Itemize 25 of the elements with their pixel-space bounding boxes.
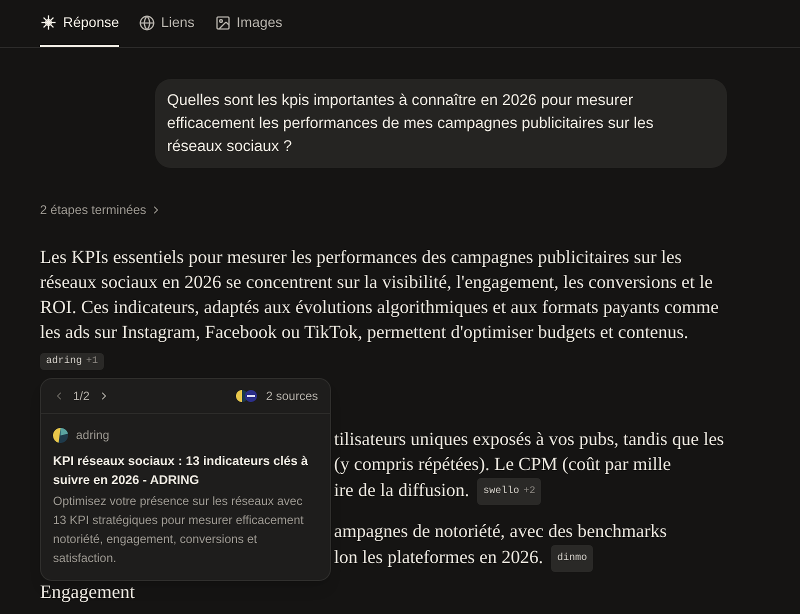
source-description: Optimisez votre présence sur les réseaux avec 13 KPI stratégiques pour mesurer efficacement notoriété, engagement, conversions et satisfaction.: [53, 493, 305, 567]
answer-text-line: ire de la diffusion.: [334, 480, 470, 503]
citation-chip[interactable]: dinmo: [551, 544, 594, 572]
question-bubble: Quelles sont les kpis importantes à connaître en 2026 pour mesurer efficacement les performances de mes campagnes publicitaires sur les réseaux sociaux ?: [155, 79, 727, 168]
steps-toggle[interactable]: 2 étapes terminées: [40, 201, 162, 220]
section-heading: Engagement: [40, 582, 136, 604]
sources-count: 2 sources: [266, 388, 318, 405]
answer-paragraph: Les KPIs essentiels pour mesurer les performances des campagnes publicitaires sur les réseaux sociaux en 2026 se concentrent sur la visibilité, l'engagement, les conversions et le ROI. Ces indicateurs, adaptés aux évolutions algorithmiques et aux formats payants comme les ads sur Instagram, Facebook ou TikTok, permettent d'optimiser budgets et contenus.: [40, 246, 720, 345]
answer-text-line: (y compris répétées). Le CPM (coût par mille: [334, 454, 672, 477]
source-logos-icon: [236, 390, 258, 402]
globe-icon: [139, 14, 156, 30]
source-title[interactable]: KPI réseaux sociaux : 13 indicateurs clés à suivre en 2026 - ADRING: [53, 452, 318, 490]
answer-text-line: lon les plateformes en 2026.: [334, 546, 544, 570]
tab[interactable]: Réponse: [40, 0, 120, 47]
answer-text-line: tilisateurs uniques exposés à vos pubs, tandis que les: [334, 428, 724, 452]
citation-chip[interactable]: swello +2: [477, 478, 542, 505]
source-name: adring: [76, 427, 110, 444]
starburst-icon: [40, 14, 57, 31]
source-logo-icon: [53, 428, 68, 442]
page-counter: 1/2: [73, 388, 90, 405]
tab[interactable]: Liens: [139, 0, 195, 47]
answer-text-line: ampagnes de notoriété, avec des benchmarks: [334, 520, 667, 544]
citation-chip[interactable]: adring +1: [40, 353, 104, 370]
tab[interactable]: Images: [214, 0, 282, 47]
image-icon: [214, 14, 231, 30]
